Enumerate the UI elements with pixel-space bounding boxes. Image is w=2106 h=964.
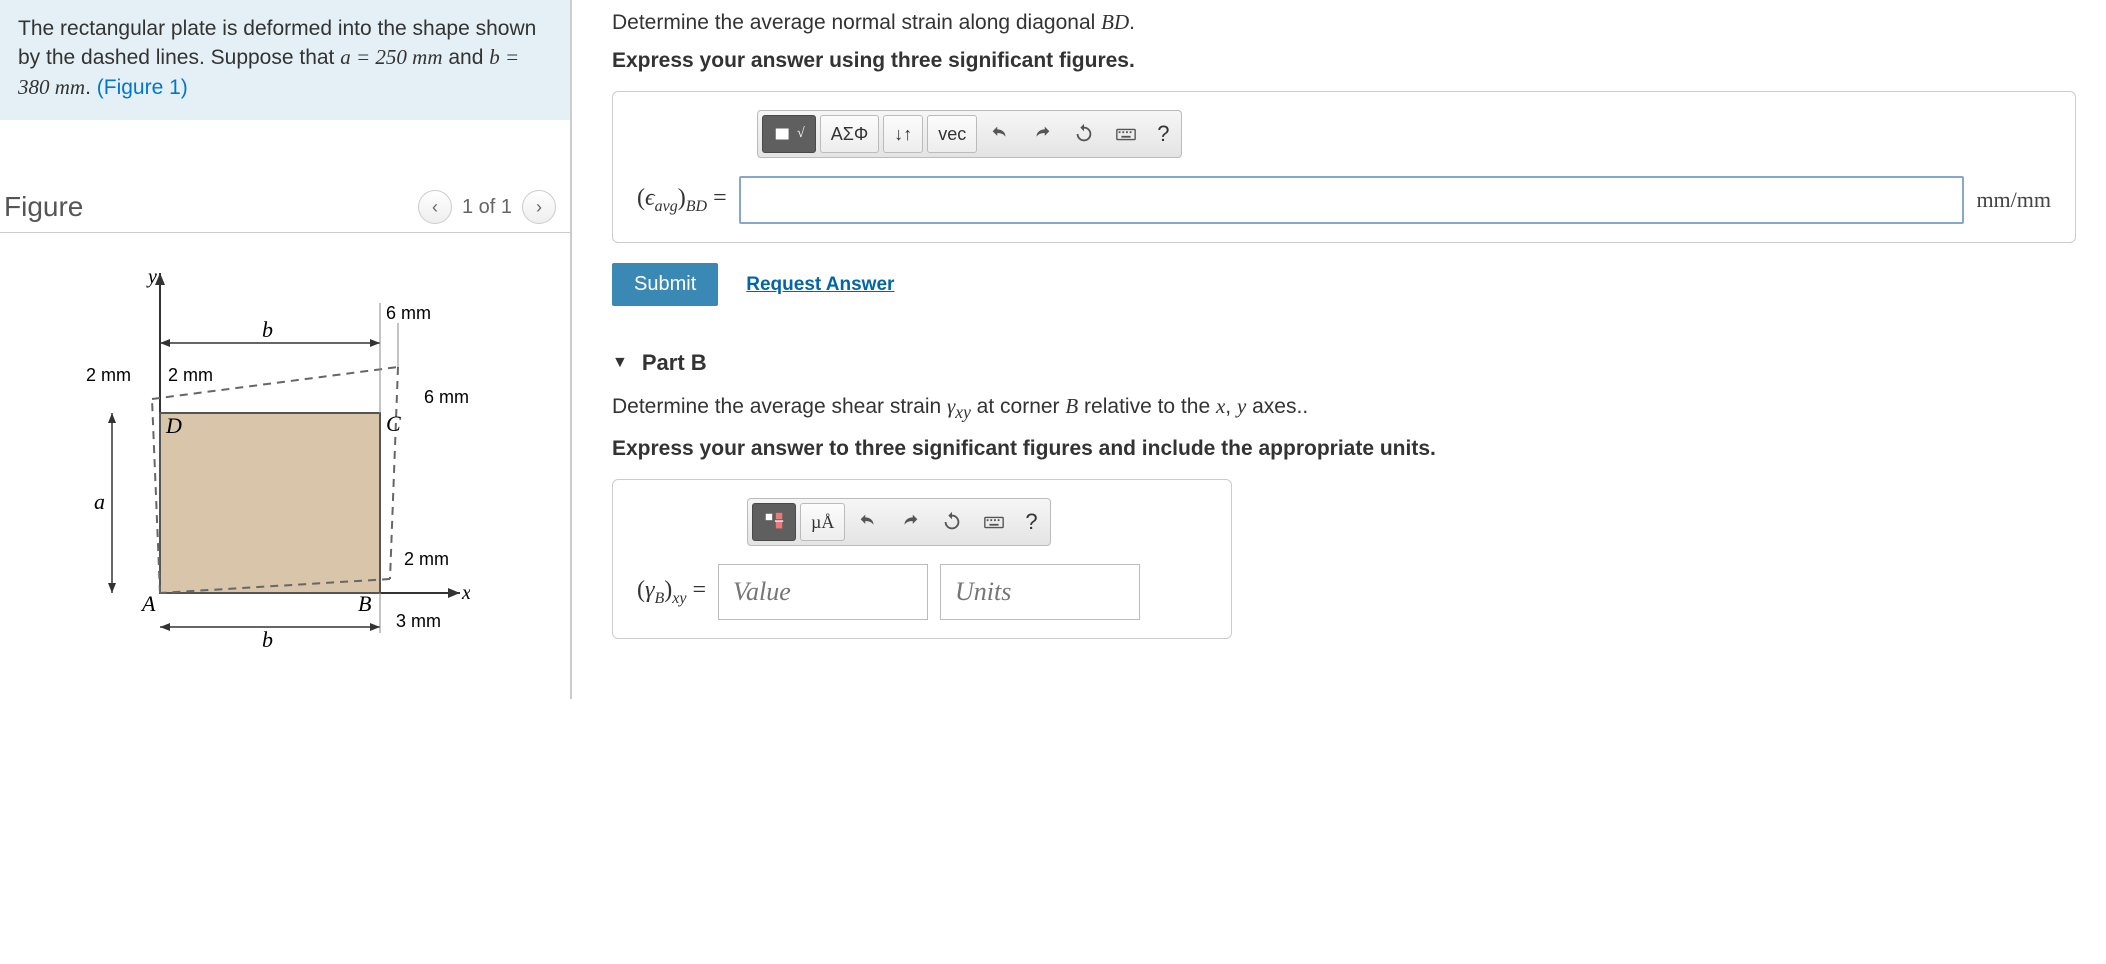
- partB-help-button[interactable]: ?: [1017, 503, 1045, 541]
- dim-6mm-right: 6 mm: [424, 387, 469, 407]
- redo-icon: [899, 511, 921, 533]
- partA-prompt-math: BD: [1101, 10, 1129, 34]
- undo-icon: [989, 123, 1011, 145]
- partA-answer-input[interactable]: [739, 176, 1965, 224]
- problem-text-2: and: [443, 46, 490, 69]
- undo-icon: [857, 511, 879, 533]
- dim-6mm-top: 6 mm: [386, 303, 431, 323]
- dim-b-bottom: b: [262, 627, 273, 652]
- partA-prompt: Determine the average normal strain alon…: [612, 10, 2076, 35]
- partB-answer-box: µÅ ? (γB)xy =: [612, 479, 1232, 639]
- reset-icon: [941, 511, 963, 533]
- axis-x-label: x: [461, 582, 470, 604]
- dim-a: a: [94, 489, 105, 514]
- partB-redo-button[interactable]: [891, 503, 929, 541]
- vertex-A: A: [140, 591, 156, 616]
- partA-hint: Express your answer using three signific…: [612, 49, 2076, 73]
- help-button[interactable]: ?: [1149, 115, 1177, 153]
- reset-button[interactable]: [1065, 115, 1103, 153]
- param-a: a = 250 mm: [340, 45, 442, 69]
- figure-next-button[interactable]: ›: [522, 190, 556, 224]
- axis-y-label: y: [146, 266, 157, 288]
- partB-toolbar: µÅ ?: [747, 498, 1051, 546]
- greek-button[interactable]: ΑΣΦ: [820, 115, 880, 153]
- partB-units-input[interactable]: [940, 564, 1140, 620]
- partB-title: Part B: [642, 350, 707, 376]
- redo-button[interactable]: [1023, 115, 1061, 153]
- dim-b-top: b: [262, 317, 273, 342]
- partB-reset-button[interactable]: [933, 503, 971, 541]
- partB-header[interactable]: ▼ Part B: [612, 350, 2076, 376]
- partA-submit-button[interactable]: Submit: [612, 263, 718, 306]
- fraction-button[interactable]: [752, 503, 796, 541]
- figure-title: Figure: [4, 191, 83, 223]
- caret-down-icon: ▼: [612, 354, 628, 372]
- partA-prompt-2: .: [1129, 11, 1135, 34]
- partB-keyboard-button[interactable]: [975, 503, 1013, 541]
- partA-answer-label: (ϵavg)BD =: [637, 185, 727, 216]
- vertex-D: D: [165, 413, 182, 438]
- figure-image: y x A B C D: [0, 233, 570, 699]
- figure-link[interactable]: (Figure 1): [97, 76, 188, 99]
- partA-prompt-1: Determine the average normal strain alon…: [612, 11, 1101, 34]
- partA-toolbar: √ ΑΣΦ ↓↑ vec ?: [757, 110, 1182, 158]
- figure-prev-button[interactable]: ‹: [418, 190, 452, 224]
- undo-button[interactable]: [981, 115, 1019, 153]
- units-symbols-button[interactable]: µÅ: [800, 503, 845, 541]
- vec-button[interactable]: vec: [927, 115, 977, 153]
- dim-2mm-top: 2 mm: [168, 365, 213, 385]
- dim-2mm-right: 2 mm: [404, 549, 449, 569]
- keyboard-icon: [1115, 123, 1137, 145]
- partB-prompt: Determine the average shear strain γxy a…: [612, 394, 2076, 423]
- vertex-B: B: [358, 591, 371, 616]
- problem-text-3: .: [85, 76, 97, 99]
- vertex-C: C: [386, 411, 401, 436]
- subsup-button[interactable]: ↓↑: [883, 115, 923, 153]
- keyboard-button[interactable]: [1107, 115, 1145, 153]
- partB-answer-label: (γB)xy =: [637, 577, 706, 608]
- template-button[interactable]: √: [762, 115, 816, 153]
- figure-count: 1 of 1: [462, 196, 512, 219]
- partA-unit: mm/mm: [1976, 187, 2051, 213]
- redo-icon: [1031, 123, 1053, 145]
- dim-2mm-left: 2 mm: [86, 365, 131, 385]
- problem-statement: The rectangular plate is deformed into t…: [0, 0, 570, 120]
- keyboard-icon: [983, 511, 1005, 533]
- partB-value-input[interactable]: [718, 564, 928, 620]
- partA-answer-box: √ ΑΣΦ ↓↑ vec ? (ϵavg): [612, 91, 2076, 243]
- partA-request-answer-link[interactable]: Request Answer: [746, 274, 894, 296]
- reset-icon: [1073, 123, 1095, 145]
- dim-3mm: 3 mm: [396, 611, 441, 631]
- rect-icon: [773, 123, 795, 145]
- fraction-icon: [763, 511, 785, 533]
- figure-nav: ‹ 1 of 1 ›: [418, 190, 556, 224]
- partB-hint: Express your answer to three significant…: [612, 437, 2076, 461]
- partB-undo-button[interactable]: [849, 503, 887, 541]
